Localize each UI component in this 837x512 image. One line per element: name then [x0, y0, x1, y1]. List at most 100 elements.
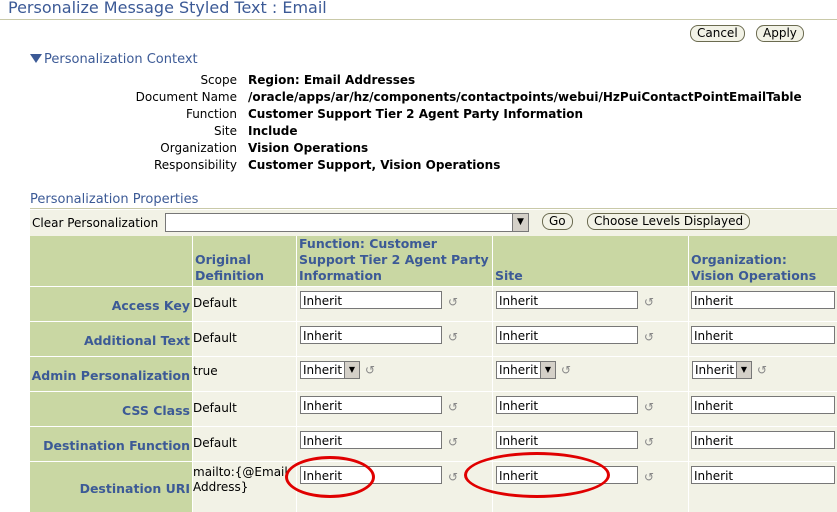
context-value: Vision Operations [248, 141, 369, 155]
context-label: Document Name [135, 90, 237, 104]
function-select[interactable]: Inherit ▼ [300, 361, 360, 379]
original-value: Default [193, 287, 296, 322]
go-button[interactable]: Go [542, 213, 573, 230]
function-input[interactable]: Inherit [300, 431, 442, 449]
reset-arrow-icon[interactable]: ↺ [448, 400, 458, 414]
site-input[interactable]: Inherit [496, 466, 638, 484]
triangle-down-icon[interactable] [30, 54, 42, 63]
function-input[interactable]: Inherit [300, 291, 442, 309]
reset-arrow-icon[interactable]: ↺ [644, 330, 654, 344]
context-row-organization: Organization Vision Operations [0, 141, 837, 158]
site-input[interactable]: Inherit [496, 326, 638, 344]
function-input[interactable]: Inherit [300, 326, 442, 344]
original-value: Default [193, 392, 296, 427]
organization-input[interactable]: Inherit [691, 431, 835, 449]
context-label: Organization [160, 141, 237, 155]
row-label: Additional Text [30, 322, 192, 357]
context-heading-label: Personalization Context [44, 52, 198, 67]
header-organization: Organization: Vision Operations [689, 236, 837, 286]
site-select-value: Inherit [499, 363, 539, 377]
header-function: Function: Customer Support Tier 2 Agent … [297, 236, 492, 286]
column-header: Site [495, 268, 523, 283]
function-cell: Inherit ▼ ↺ [296, 357, 492, 392]
organization-input[interactable]: Inherit [691, 466, 835, 484]
chevron-down-icon[interactable]: ▼ [344, 362, 359, 378]
context-value: Customer Support Tier 2 Agent Party Info… [248, 107, 584, 121]
function-select-value: Inherit [303, 363, 343, 377]
chevron-down-icon[interactable]: ▼ [512, 214, 528, 231]
organization-cell: Inherit [688, 322, 837, 357]
clear-personalization-bar: Clear Personalization ▼ Go Choose Levels… [30, 210, 837, 236]
site-input[interactable]: Inherit [496, 431, 638, 449]
clear-personalization-select[interactable]: ▼ [165, 213, 529, 232]
header-blank [30, 236, 192, 286]
site-cell: Inherit ▼ ↺ [492, 357, 688, 392]
choose-levels-button[interactable]: Choose Levels Displayed [587, 213, 751, 230]
table-row-css-class: CSS Class Default Inherit ↺ Inherit ↺ In… [30, 391, 837, 427]
organization-cell: Inherit [688, 462, 837, 512]
organization-select[interactable]: Inherit ▼ [692, 361, 752, 379]
reset-arrow-icon[interactable]: ↺ [448, 295, 458, 309]
chevron-down-icon[interactable]: ▼ [540, 362, 555, 378]
organization-cell: Inherit [688, 287, 837, 322]
title-divider [0, 19, 837, 20]
row-label-text: Additional Text [83, 333, 190, 348]
site-cell: Inherit ↺ [492, 287, 688, 322]
reset-arrow-icon[interactable]: ↺ [644, 470, 654, 484]
reset-arrow-icon[interactable]: ↺ [448, 435, 458, 449]
row-label-text: Destination Function [43, 438, 190, 453]
reset-arrow-icon[interactable]: ↺ [644, 295, 654, 309]
original-value: Default [193, 427, 296, 462]
context-row-site: Site Include [0, 124, 837, 141]
organization-input[interactable]: Inherit [691, 396, 835, 414]
function-input[interactable]: Inherit [300, 396, 442, 414]
context-label: Scope [200, 73, 237, 87]
site-cell: Inherit ↺ [492, 322, 688, 357]
row-label: CSS Class [30, 392, 192, 427]
reset-arrow-icon[interactable]: ↺ [644, 435, 654, 449]
properties-heading: Personalization Properties [30, 192, 199, 207]
reset-arrow-icon[interactable]: ↺ [561, 363, 571, 377]
organization-cell: Inherit [688, 392, 837, 427]
reset-arrow-icon[interactable]: ↺ [365, 363, 375, 377]
site-input[interactable]: Inherit [496, 396, 638, 414]
organization-input[interactable]: Inherit [691, 291, 835, 309]
original-value: Default [193, 322, 296, 357]
context-label: Responsibility [153, 158, 237, 172]
site-cell: Inherit ↺ [492, 462, 688, 512]
reset-arrow-icon[interactable]: ↺ [757, 363, 767, 377]
reset-arrow-icon[interactable]: ↺ [448, 470, 458, 484]
site-select[interactable]: Inherit ▼ [496, 361, 556, 379]
context-value: /oracle/apps/ar/hz/components/contactpoi… [248, 90, 802, 104]
original-value-text: true [193, 364, 218, 378]
reset-arrow-icon[interactable]: ↺ [448, 330, 458, 344]
header-original: Original Definition [193, 236, 296, 286]
original-value-text: Default [193, 296, 237, 310]
site-input[interactable]: Inherit [496, 291, 638, 309]
row-label: Destination URI [30, 462, 192, 512]
organization-input[interactable]: Inherit [691, 326, 835, 344]
context-value: Region: Email Addresses [248, 73, 416, 87]
site-cell: Inherit ↺ [492, 392, 688, 427]
context-label: Function [185, 107, 237, 121]
row-label: Destination Function [30, 427, 192, 462]
function-cell: Inherit ↺ [296, 392, 492, 427]
row-label: Access Key [30, 287, 192, 322]
apply-button[interactable]: Apply [756, 25, 804, 42]
table-row-additional-text: Additional Text Default Inherit ↺ Inheri… [30, 321, 837, 357]
original-value-text: Default [193, 331, 237, 345]
clear-personalization-label: Clear Personalization [32, 216, 159, 230]
row-label: Admin Personalization [30, 357, 192, 392]
organization-cell: Inherit [688, 427, 837, 462]
function-input[interactable]: Inherit [300, 466, 442, 484]
chevron-down-icon[interactable]: ▼ [736, 362, 751, 378]
context-section-heading[interactable]: Personalization Context [30, 52, 198, 67]
site-cell: Inherit ↺ [492, 427, 688, 462]
reset-arrow-icon[interactable]: ↺ [644, 400, 654, 414]
cancel-button[interactable]: Cancel [690, 25, 745, 42]
context-row-function: Function Customer Support Tier 2 Agent P… [0, 107, 837, 124]
page-title: Personalize Message Styled Text : Email [8, 0, 327, 17]
organization-cell: Inherit ▼ ↺ [688, 357, 837, 392]
original-value-text: mailto:{@EmailAddress} [193, 465, 288, 494]
properties-divider [30, 208, 837, 209]
